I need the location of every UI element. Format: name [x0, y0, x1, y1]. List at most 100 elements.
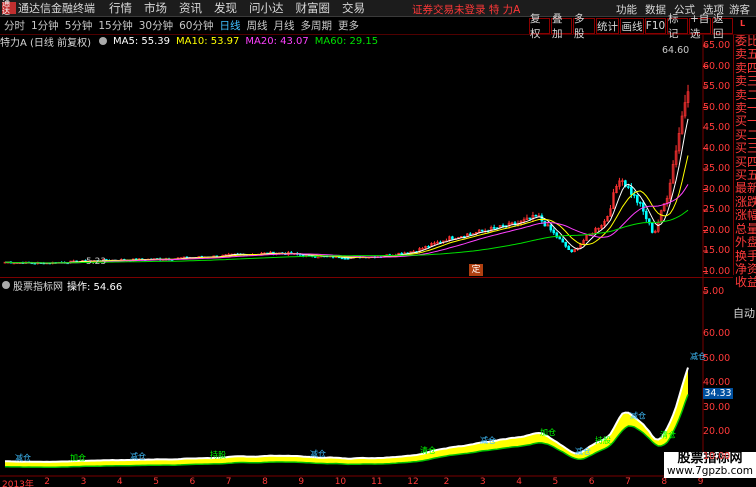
app-window: 通达 通达信金融终端 行情 市场 资讯 发现 问小达 财富圈 交易 证券交易未登… [0, 0, 756, 487]
date-tick: 12 [407, 477, 419, 487]
candle-body [343, 257, 347, 260]
ma10-line [4, 155, 689, 264]
indicator-tick: 60.00 [703, 328, 731, 339]
candle-body [451, 236, 454, 240]
quote-field-label: 买三 [735, 142, 756, 156]
date-tick: 3 [80, 477, 87, 487]
price-tick: 35.00 [703, 163, 731, 174]
current-value-tag: 34.33 [703, 388, 733, 399]
quote-field-label: 卖五 [735, 48, 756, 62]
level-badge: L [740, 19, 746, 28]
ding-marker: 定 [469, 264, 483, 276]
price-tick: 45.00 [703, 122, 731, 133]
quote-field-label: 卖二 [735, 88, 756, 102]
signal-label: 持股 [595, 435, 611, 445]
date-tick: 4 [116, 477, 123, 487]
watermark-url: www.7gpzb.com [666, 465, 754, 477]
date-tick: 6 [189, 477, 196, 487]
signal-label: 减仓 [480, 435, 496, 445]
candle-body [540, 215, 544, 222]
price-tick: 10.00 [703, 265, 731, 277]
date-tick: 2 [443, 477, 450, 487]
quote-field-label: 买二 [735, 128, 756, 142]
price-tick: 40.00 [703, 142, 731, 154]
candle-body [552, 229, 556, 234]
quote-field-label: 涨幅 [735, 209, 756, 223]
candle-body [501, 225, 505, 227]
min-label: 5.23 [86, 257, 107, 267]
quote-field-label: 总量 [735, 222, 756, 236]
candle-body [528, 217, 532, 220]
candle-body [558, 236, 562, 240]
quote-field-label: 收益 [735, 276, 756, 290]
indicator-tick: 10.00 [703, 450, 731, 462]
candle-body [346, 257, 350, 260]
signal-label: 清仓 [660, 430, 676, 440]
price-tick: 20.00 [703, 224, 731, 236]
candle-body [630, 186, 633, 195]
candle-body [316, 256, 320, 259]
date-tick: 8 [262, 477, 268, 487]
date-tick: 8 [661, 477, 668, 487]
quote-field-label: 净资 [735, 262, 756, 276]
candle-body [427, 246, 430, 248]
signal-label: 减仓 [15, 453, 31, 463]
price-tick: 65.00 [703, 40, 731, 51]
ma20-line [4, 184, 689, 264]
indicator-tick: 30.00 [703, 401, 731, 413]
candle-body [468, 233, 472, 236]
signal-label: 持股 [210, 449, 226, 459]
price-tick: 30.00 [703, 183, 731, 195]
candle-body [549, 224, 553, 231]
price-tick: 15.00 [703, 245, 731, 256]
auto-button[interactable]: 自动 [733, 305, 756, 321]
quote-field-label: 涨跌 [735, 195, 756, 209]
candle-body [644, 210, 648, 220]
peak-label: 64.60 [662, 45, 690, 56]
quote-field-label: 委比 [735, 35, 756, 48]
quote-field-label: 卖四 [735, 61, 756, 75]
candle-body [480, 229, 484, 232]
date-tick: 9 [298, 477, 305, 487]
date-tick: 2013年 [2, 480, 34, 487]
indicator-tick: 50.00 [703, 352, 731, 364]
quote-field-label: 最新 [735, 182, 756, 196]
date-tick: 5 [552, 477, 559, 487]
candle-body [564, 241, 568, 247]
date-tick: 9 [697, 477, 704, 487]
candle-body [650, 222, 654, 233]
price-tick: 60.00 [703, 60, 731, 72]
date-tick: 7 [225, 477, 232, 487]
date-tick: 3 [479, 477, 486, 487]
quote-panel: 委比 卖五 卖四 卖三 卖二 卖一 买一 买二 买三 买四 买五 最新 涨跌 涨幅 总量 外盘 换手 净资 收益 [733, 35, 756, 289]
price-tick: 25.00 [703, 204, 731, 215]
quote-field-label: 卖一 [735, 102, 756, 116]
quote-field-label: 外盘 [735, 236, 756, 250]
date-tick: 2 [44, 477, 51, 487]
signal-label: 加仓 [70, 452, 86, 462]
candle-body [534, 215, 538, 217]
date-tick: 11 [371, 477, 383, 487]
candle-body [633, 194, 636, 196]
date-tick: 5 [153, 477, 159, 487]
candle-body [400, 252, 403, 255]
signal-label: 减仓 [630, 410, 646, 420]
quote-field-label: 换手 [735, 249, 756, 263]
indicator-tick: 20.00 [703, 426, 731, 437]
kline-chart[interactable]: 减仓 加仓 减仓 持股 减仓 清仓减仓加仓减仓持股减仓清仓减仓 [0, 0, 733, 477]
candle-body [561, 238, 565, 243]
candle-body [543, 220, 547, 227]
signal-label: 加仓 [540, 427, 556, 437]
candle-body [638, 202, 642, 204]
candle-body [340, 257, 344, 260]
quote-field-label: 买四 [735, 155, 756, 169]
date-tick: 7 [625, 477, 631, 487]
date-tick: 4 [516, 477, 522, 487]
date-tick: 10 [334, 477, 347, 487]
price-tick: 55.00 [703, 81, 731, 92]
candle-body [627, 186, 630, 188]
candle-body [492, 227, 496, 229]
indicator-tick: 40.00 [703, 377, 731, 388]
candle-body [570, 249, 573, 253]
price-tick: 50.00 [703, 101, 731, 113]
